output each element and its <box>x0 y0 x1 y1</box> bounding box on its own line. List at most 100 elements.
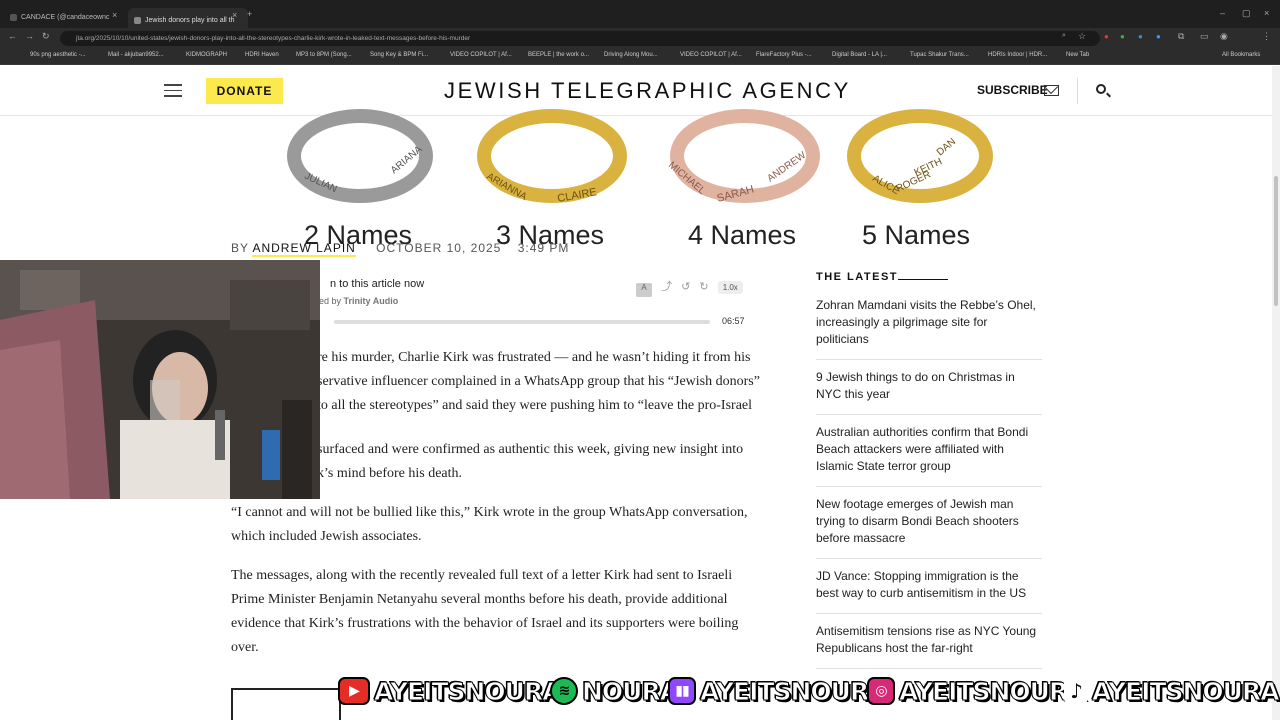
necklace-rings-image: JULIAN ARIANA ARIANNA CLAIRE MICHAEL SAR… <box>287 109 993 205</box>
banner-item-twitch: ▮▮ AYEITSNOURA <box>668 674 889 708</box>
maximize-icon[interactable]: ▢ <box>1242 8 1251 19</box>
twitch-icon: ▮▮ <box>668 677 696 705</box>
site-logo[interactable]: JEWISH TELEGRAPHIC AGENCY <box>444 78 851 104</box>
social-banner-overlay: ▶ AYEITSNOURA ≋ NOURA ▮▮ AYEITSNOURA ◎ A… <box>338 674 1280 708</box>
youtube-icon: ▶ <box>338 677 370 705</box>
article-byline: BY ANDREW LAPIN OCTOBER 10, 2025 3:49 PM <box>231 241 570 257</box>
banner-item-instagram: ◎ AYEITSNOURA <box>867 674 1088 708</box>
byline-prefix: BY <box>231 241 249 255</box>
tab-close-icon[interactable]: × <box>232 10 237 20</box>
translate-icon[interactable]: A <box>636 283 652 297</box>
bookmark-item[interactable]: BEEPLE | the work o... <box>528 52 589 58</box>
sidebar-icon[interactable]: ▭ <box>1200 31 1209 42</box>
tab-label: CANDACE (@candaceownc <box>21 13 110 21</box>
tab-close-icon[interactable]: × <box>112 10 117 20</box>
author-link[interactable]: ANDREW LAPIN <box>252 241 356 257</box>
audio-powered-by: red by Trinity Audio <box>316 296 398 306</box>
bookmark-item[interactable]: 90s png aesthetic -... <box>30 52 86 58</box>
latest-item[interactable]: Antisemitism tensions rise as NYC Young … <box>816 623 1042 669</box>
bookmark-item[interactable]: KIDMOGRAPH <box>186 52 227 58</box>
share-icon[interactable]: ⤴ <box>661 281 672 293</box>
banner-handle: AYEITSNOURA <box>1092 676 1280 706</box>
bookmark-item[interactable]: VIDEO COPILOT | Af... <box>680 52 742 58</box>
donate-button[interactable]: DONATE <box>206 78 283 104</box>
search-icon[interactable] <box>1096 84 1106 94</box>
instagram-icon: ◎ <box>867 677 895 705</box>
bookmark-item[interactable]: Digital Board - LA |... <box>832 52 887 58</box>
minimize-icon[interactable]: – <box>1220 8 1225 18</box>
bookmark-item[interactable]: Tupac Shakur Trans... <box>910 52 969 58</box>
extension-icon[interactable]: ● <box>1138 32 1143 41</box>
new-tab-icon[interactable]: + <box>247 9 252 19</box>
forward-icon[interactable]: → <box>25 31 34 41</box>
extension-icon[interactable]: ● <box>1120 32 1125 41</box>
latest-heading-text: THE LATEST <box>816 271 899 283</box>
all-bookmarks[interactable]: All Bookmarks <box>1222 52 1260 58</box>
zoom-icon[interactable]: ⌕ <box>1062 32 1066 40</box>
latest-item[interactable]: JD Vance: Stopping immigration is the be… <box>816 568 1042 614</box>
audio-progress-bar[interactable] <box>334 320 710 324</box>
scrollbar-thumb[interactable] <box>1274 176 1278 306</box>
trinity-audio-link[interactable]: Trinity Audio <box>344 296 399 306</box>
reload-icon[interactable]: ↻ <box>42 31 50 42</box>
bookmark-item[interactable]: VIDEO COPILOT | Af... <box>450 52 512 58</box>
banner-handle: NOURA <box>581 676 679 706</box>
url-field[interactable]: jta.org/2025/10/10/united-states/jewish-… <box>60 31 1100 46</box>
extension-icon[interactable]: ● <box>1156 32 1161 41</box>
ring-engraving: DAN <box>935 136 958 158</box>
audio-duration: 06:57 <box>722 316 745 326</box>
webcam-feed-image <box>0 260 320 499</box>
embedded-box <box>231 688 341 720</box>
webcam-overlay <box>0 260 320 499</box>
bookmark-item[interactable]: MP3 to 8PM (Song... <box>296 52 352 58</box>
latest-item[interactable]: Australian authorities confirm that Bond… <box>816 424 1042 487</box>
mail-icon[interactable] <box>1044 85 1059 96</box>
extension-icon[interactable]: ● <box>1104 32 1109 41</box>
bookmark-item[interactable]: Song Key & BPM Fi... <box>370 52 428 58</box>
audio-title: n to this article now <box>330 278 425 290</box>
bookmark-item[interactable]: FlareFactory Plus -... <box>756 52 812 58</box>
bookmark-item[interactable]: Driving Along Mou... <box>604 52 658 58</box>
bookmark-item[interactable]: HDRIs Indoor | HDR... <box>988 52 1047 58</box>
close-window-icon[interactable]: × <box>1264 8 1269 18</box>
banner-item-youtube: ▶ AYEITSNOURA <box>338 674 563 708</box>
extensions-puzzle-icon[interactable]: ⧉ <box>1178 31 1184 42</box>
web-page: DONATE JEWISH TELEGRAPHIC AGENCY SUBSCRI… <box>0 66 1272 720</box>
bookmark-item[interactable]: Mail - akjuban9952... <box>108 52 164 58</box>
rewind-icon[interactable]: ↺ <box>681 281 690 293</box>
subscribe-link[interactable]: SUBSCRIBE <box>977 83 1048 97</box>
menu-icon[interactable] <box>164 84 182 97</box>
tiktok-icon: ♪ <box>1064 677 1088 705</box>
tab-label: Jewish donors play into all th <box>145 16 235 24</box>
latest-heading: THE LATEST <box>816 271 1042 283</box>
publish-time: 3:49 PM <box>517 241 570 255</box>
article-paragraph: “I cannot and will not be bullied like t… <box>231 505 748 544</box>
latest-item[interactable]: New footage emerges of Jewish man trying… <box>816 496 1042 559</box>
bookmarks-bar: 90s png aesthetic -... Mail - akjuban995… <box>0 48 1280 65</box>
banner-item-spotify: ≋ NOURA <box>550 674 680 708</box>
audio-controls: A ⤴ ↺ ↻ 1.0x <box>636 278 743 297</box>
address-bar-row: ← → ↻ jta.org/2025/10/10/united-states/j… <box>0 28 1280 48</box>
ad-option-label: 4 Names <box>688 220 797 250</box>
banner-handle: AYEITSNOURA <box>899 676 1088 706</box>
tab-favicon-icon <box>10 13 17 21</box>
ad-option-label: 5 Names <box>862 220 971 250</box>
ring-engraving: MICHAEL <box>666 160 707 197</box>
profile-icon[interactable]: ◉ <box>1220 31 1228 42</box>
forward-icon[interactable]: ↻ <box>699 281 708 293</box>
banner-handle: AYEITSNOURA <box>700 676 889 706</box>
article-paragraph: The messages, along with the recently re… <box>231 568 739 655</box>
bookmark-item[interactable]: New Tab <box>1066 52 1089 58</box>
latest-news-sidebar: THE LATEST Zohran Mamdani visits the Reb… <box>816 271 1042 678</box>
latest-item[interactable]: Zohran Mamdani visits the Rebbe’s Ohel, … <box>816 297 1042 360</box>
bookmark-star-icon[interactable]: ☆ <box>1078 31 1086 42</box>
browser-tab[interactable]: CANDACE (@candaceownc <box>10 8 110 26</box>
playback-speed-button[interactable]: 1.0x <box>717 281 743 294</box>
page-scrollbar[interactable] <box>1272 66 1280 720</box>
banner-handle: AYEITSNOURA <box>374 676 563 706</box>
browser-menu-icon[interactable]: ⋮ <box>1262 31 1271 42</box>
back-icon[interactable]: ← <box>8 31 17 41</box>
latest-item[interactable]: 9 Jewish things to do on Christmas in NY… <box>816 369 1042 415</box>
bookmark-item[interactable]: HDRI Haven <box>245 52 279 58</box>
spotify-icon: ≋ <box>550 677 578 705</box>
